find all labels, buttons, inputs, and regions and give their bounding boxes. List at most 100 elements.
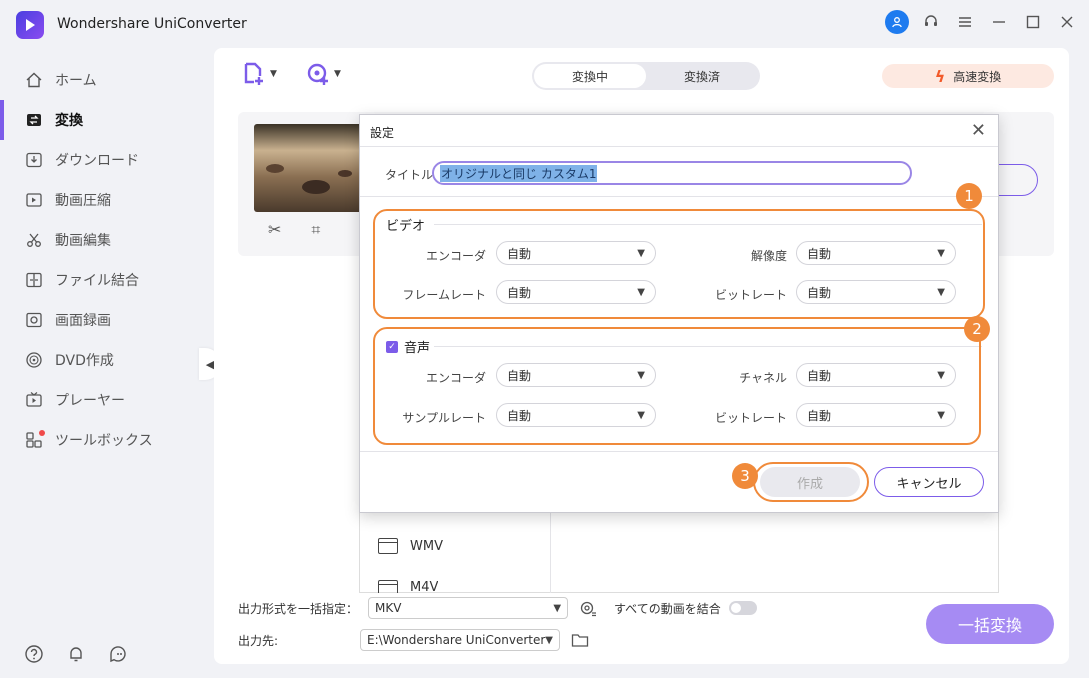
- feedback-icon[interactable]: [108, 644, 128, 664]
- video-bitrate-label: ビットレート: [714, 288, 787, 302]
- home-icon: [25, 71, 43, 89]
- sidebar-item-home[interactable]: ホーム: [0, 60, 200, 100]
- app-logo-icon: [16, 11, 44, 39]
- cancel-button[interactable]: キャンセル: [874, 467, 984, 497]
- sidebar-item-label: ホーム: [55, 73, 97, 89]
- thumbnail-rock: [266, 164, 284, 173]
- video-bitrate-select[interactable]: 自動 ▼: [796, 280, 956, 304]
- add-dvd-button[interactable]: ▼: [306, 62, 341, 86]
- record-icon: [25, 311, 43, 329]
- title-input[interactable]: オリジナルと同じ カスタム1: [432, 161, 912, 185]
- title-value: オリジナルと同じ カスタム1: [440, 164, 598, 182]
- sidebar-item-label: ファイル結合: [55, 273, 139, 289]
- tab-converted[interactable]: 変換済: [646, 64, 758, 88]
- title-row: タイトル オリジナルと同じ カスタム1: [360, 147, 998, 197]
- chevron-down-icon: ▼: [937, 286, 945, 298]
- sidebar-item-player[interactable]: プレーヤー: [0, 380, 200, 420]
- section-divider: [434, 346, 982, 347]
- app-title: Wondershare UniConverter: [57, 16, 247, 32]
- sidebar-item-convert[interactable]: 変換: [0, 100, 200, 140]
- sidebar-item-merge[interactable]: ファイル結合: [0, 260, 200, 300]
- chevron-down-icon: ▼: [937, 369, 945, 381]
- close-icon[interactable]: ✕: [971, 120, 986, 141]
- dialog-footer-divider: [360, 451, 998, 452]
- annotation-badge: 1: [956, 183, 982, 209]
- video-encoder-label: エンコーダ: [425, 249, 486, 263]
- resolution-select[interactable]: 自動 ▼: [796, 241, 956, 265]
- download-icon: [25, 151, 43, 169]
- title-bar: Wondershare UniConverter: [0, 0, 1089, 50]
- video-heading: ビデオ: [386, 219, 426, 234]
- create-button[interactable]: 作成: [760, 467, 860, 497]
- video-encoder-select[interactable]: 自動 ▼: [496, 241, 656, 265]
- sidebar-item-label: ダウンロード: [55, 153, 139, 169]
- channel-select[interactable]: 自動 ▼: [796, 363, 956, 387]
- audio-encoder-select[interactable]: 自動 ▼: [496, 363, 656, 387]
- chevron-down-icon: ▼: [270, 69, 277, 79]
- sidebar-item-label: プレーヤー: [55, 393, 125, 409]
- chevron-down-icon: ▼: [637, 247, 645, 259]
- dvd-icon: [25, 351, 43, 369]
- sidebar-item-compress[interactable]: 動画圧縮: [0, 180, 200, 220]
- video-thumbnail[interactable]: [254, 124, 364, 212]
- channel-label: チャネル: [739, 371, 787, 385]
- samplerate-select[interactable]: 自動 ▼: [496, 403, 656, 427]
- sidebar-item-label: 画面録画: [55, 313, 111, 329]
- sidebar-item-edit[interactable]: 動画編集: [0, 220, 200, 260]
- tab-converting[interactable]: 変換中: [534, 64, 646, 88]
- format-item-m4v[interactable]: M4V: [378, 580, 438, 593]
- high-speed-button[interactable]: ϟ 高速変換: [882, 64, 1054, 88]
- sidebar-item-record[interactable]: 画面録画: [0, 300, 200, 340]
- lightning-icon: ϟ: [934, 66, 946, 86]
- sidebar-item-toolbox[interactable]: ツールボックス: [0, 420, 200, 460]
- format-list: WMV M4V: [360, 500, 551, 593]
- format-settings-icon[interactable]: [578, 598, 598, 618]
- chevron-down-icon: ▼: [334, 69, 341, 79]
- convert-all-button[interactable]: 一括変換: [926, 604, 1054, 644]
- close-window-icon[interactable]: [1055, 10, 1079, 34]
- sidebar-item-label: 変換: [55, 113, 83, 129]
- user-icon[interactable]: [885, 10, 909, 34]
- format-select[interactable]: MKV ▼: [368, 597, 569, 619]
- window-controls: [885, 10, 1079, 34]
- format-item-wmv[interactable]: WMV: [378, 538, 443, 554]
- sidebar-item-dvd[interactable]: DVD作成: [0, 340, 200, 380]
- notification-dot: [39, 430, 45, 436]
- sidebar-item-label: DVD作成: [55, 353, 114, 369]
- chevron-down-icon: ▼: [937, 409, 945, 421]
- video-file-icon: [378, 580, 398, 593]
- compress-icon: [25, 191, 43, 209]
- help-icon[interactable]: [24, 644, 44, 664]
- minimize-icon[interactable]: [987, 10, 1011, 34]
- audio-bitrate-select[interactable]: 自動 ▼: [796, 403, 956, 427]
- menu-icon[interactable]: [953, 10, 977, 34]
- audio-checkbox[interactable]: ✓: [386, 340, 398, 353]
- merge-toggle[interactable]: [728, 601, 757, 615]
- merge-icon: [25, 271, 43, 289]
- channel-value: 自動: [807, 368, 832, 383]
- add-disc-icon: [307, 63, 328, 85]
- sidebar-item-label: ツールボックス: [55, 433, 153, 449]
- video-encoder-value: 自動: [507, 246, 532, 261]
- maximize-icon[interactable]: [1021, 10, 1045, 34]
- folder-icon[interactable]: [570, 630, 590, 650]
- sidebar-item-download[interactable]: ダウンロード: [0, 140, 200, 180]
- support-icon[interactable]: [919, 10, 943, 34]
- convert-tabs: 変換中 変換済: [532, 62, 760, 90]
- chevron-down-icon: ▼: [637, 409, 645, 421]
- output-path-value: E:\Wondershare UniConverter: [367, 633, 546, 647]
- format-list-panel: WMV M4V: [359, 500, 999, 593]
- output-path-select[interactable]: E:\Wondershare UniConverter ▼: [360, 629, 560, 651]
- trim-scissors-icon[interactable]: ✂: [268, 220, 281, 240]
- format-item-label: M4V: [410, 580, 439, 593]
- audio-section: ✓ 音声 エンコーダ 自動 ▼ チャネル 自動 ▼ サンプルレート 自動 ▼ ビ…: [374, 327, 984, 447]
- format-value: MKV: [375, 601, 402, 615]
- crop-icon[interactable]: ⌗: [311, 220, 320, 240]
- add-file-button[interactable]: ▼: [242, 62, 277, 86]
- audio-bitrate-value: 自動: [807, 408, 832, 423]
- bell-icon[interactable]: [66, 644, 86, 664]
- framerate-select[interactable]: 自動 ▼: [496, 280, 656, 304]
- video-section: ビデオ エンコーダ 自動 ▼ 解像度 自動 ▼ フレームレート 自動 ▼ ビット…: [374, 207, 984, 317]
- audio-heading: ✓ 音声: [386, 337, 430, 356]
- dialog-title: 設定: [370, 126, 395, 140]
